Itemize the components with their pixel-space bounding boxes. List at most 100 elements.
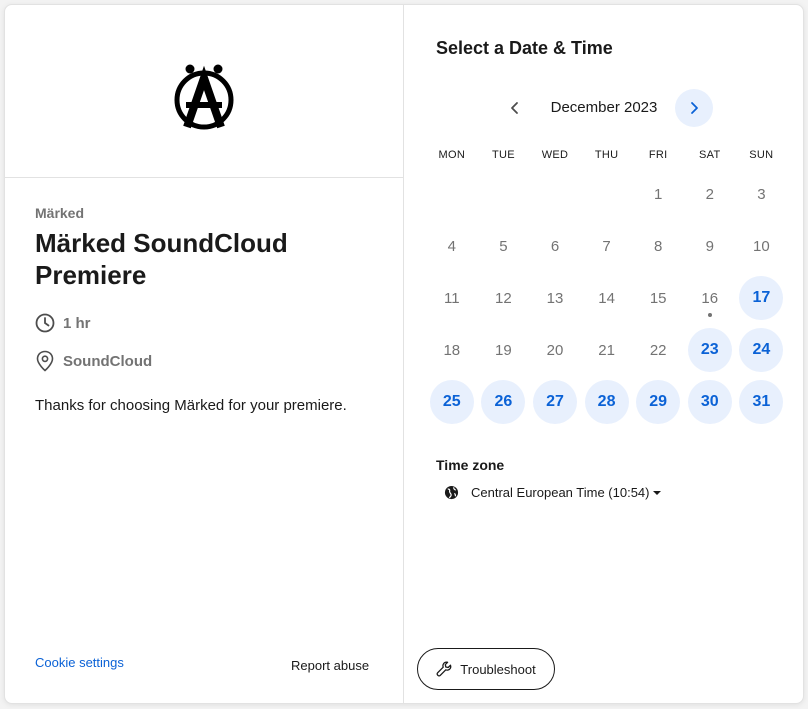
logo-area [5, 5, 403, 178]
calendar-day-number: 1 [654, 186, 663, 204]
calendar-day-number: 10 [753, 238, 770, 256]
location-label: SoundCloud [63, 352, 153, 370]
troubleshoot-button[interactable]: Troubleshoot [417, 648, 555, 690]
calendar-day-number: 16 [701, 289, 719, 307]
timezone-value: Central European Time (10:54) [471, 485, 650, 500]
calendar-day-number: 7 [602, 238, 611, 256]
calendar-day-number: 20 [546, 341, 564, 359]
calendar-day-unavailable: 13 [529, 273, 581, 325]
event-description: Thanks for choosing Märked for your prem… [35, 397, 347, 414]
calendar-day-available[interactable]: 23 [684, 324, 736, 376]
calendar-day-unavailable: 19 [478, 324, 530, 376]
calendar-day-available[interactable]: 29 [632, 376, 684, 428]
calendar-empty-cell [426, 169, 478, 221]
calendar-day-number: 28 [584, 380, 629, 425]
calendar-day-available[interactable]: 30 [684, 376, 736, 428]
calendar-day-unavailable: 16 [684, 273, 736, 325]
calendar-day-number: 14 [598, 289, 615, 307]
calendar-day-number: 26 [481, 380, 526, 425]
calendar-day-number: 22 [649, 341, 667, 359]
weekday-label: THU [594, 149, 619, 161]
event-duration: 1 hr [35, 313, 91, 333]
calendar-day-number: 5 [499, 238, 508, 256]
calendar-day-unavailable: 10 [736, 221, 788, 273]
calendar-day-available[interactable]: 17 [736, 273, 788, 325]
weekday-label: WED [541, 149, 569, 161]
calendar-day-unavailable: 6 [529, 221, 581, 273]
calendar-day-number: 18 [443, 341, 461, 359]
calendar-day-unavailable: 3 [736, 169, 788, 221]
calendar-day-available[interactable]: 24 [736, 324, 788, 376]
calendar-day-number: 17 [739, 276, 784, 321]
weekday-label: TUE [491, 149, 515, 161]
timezone-label: Time zone [436, 457, 505, 473]
marked-logo-icon [174, 64, 234, 130]
calendar-day-unavailable: 5 [478, 221, 530, 273]
weekday-label: SUN [749, 149, 774, 161]
calendar-days-grid: 1 2 3 4 5 6 7 8 9 10 11 12 13 14 15 16 17 18 19 20 21 22 23 24 2… [426, 169, 787, 428]
calendar-day-unavailable: 11 [426, 273, 478, 325]
calendar-day-number: 13 [546, 289, 564, 307]
cookie-settings-link[interactable]: Cookie settings [35, 655, 124, 670]
calendar-day-unavailable: 4 [426, 221, 478, 273]
calendar-day-available[interactable]: 28 [581, 376, 633, 428]
calendar-day-number: 8 [654, 238, 663, 256]
calendar-day-unavailable: 1 [632, 169, 684, 221]
calendar-day-number: 6 [550, 238, 560, 256]
calendar-day-number: 3 [757, 186, 766, 204]
event-details-panel: Märked Märked SoundCloud Premiere 1 hr S… [5, 5, 404, 703]
calendar-day-unavailable: 2 [684, 169, 736, 221]
event-location: SoundCloud [35, 350, 152, 372]
weekday-label: MON [438, 149, 466, 161]
globe-icon [444, 485, 459, 500]
calendar-day-number: 31 [739, 380, 784, 425]
organizer-name: Märked [35, 205, 85, 221]
calendar-day-available[interactable]: 31 [736, 376, 788, 428]
month-navigation: December 2023 [404, 89, 803, 127]
calendar-empty-cell [529, 169, 581, 221]
location-pin-icon [36, 350, 54, 372]
calendar-day-number: 24 [739, 328, 784, 373]
scheduler-panel: Select a Date & Time December 2023 MON T… [404, 5, 803, 703]
calendar-day-number: 9 [705, 238, 714, 256]
chevron-left-icon [511, 102, 518, 114]
calendar-day-number: 15 [649, 289, 667, 307]
wrench-icon [436, 661, 452, 677]
weekday-header-row: MON TUE WED THU FRI SAT SUN [426, 149, 787, 161]
calendar-day-unavailable: 22 [632, 324, 684, 376]
calendar-day-number: 25 [429, 380, 474, 425]
calendar-day-available[interactable]: 26 [478, 376, 530, 428]
calendar-day-number: 11 [444, 289, 460, 307]
report-abuse-link[interactable]: Report abuse [291, 658, 369, 673]
calendar-day-available[interactable]: 25 [426, 376, 478, 428]
calendar-empty-cell [581, 169, 633, 221]
calendar-day-available[interactable]: 27 [529, 376, 581, 428]
weekday-label: SAT [699, 149, 721, 161]
calendar-day-number: 2 [705, 186, 714, 204]
clock-icon [35, 313, 55, 333]
calendar-day-unavailable: 15 [632, 273, 684, 325]
duration-label: 1 hr [63, 314, 91, 332]
calendar-day-unavailable: 20 [529, 324, 581, 376]
calendar-day-number: 12 [495, 289, 512, 307]
calendar-day-number: 23 [687, 328, 732, 373]
calendar-day-unavailable: 8 [632, 221, 684, 273]
calendar-empty-cell [478, 169, 530, 221]
calendar-day-number: 27 [532, 380, 577, 425]
calendar-day-unavailable: 9 [684, 221, 736, 273]
calendar-day-number: 29 [636, 380, 681, 425]
troubleshoot-label: Troubleshoot [460, 661, 536, 677]
calendar-day-number: 21 [598, 341, 615, 359]
calendar-day-unavailable: 21 [581, 324, 633, 376]
weekday-label: FRI [648, 149, 668, 161]
previous-month-button[interactable] [496, 89, 534, 127]
chevron-right-icon [691, 102, 698, 114]
select-date-heading: Select a Date & Time [436, 38, 613, 58]
next-month-button[interactable] [675, 89, 713, 127]
current-month-label: December 2023 [550, 99, 658, 116]
calendar-day-unavailable: 7 [581, 221, 633, 273]
event-title: Märked SoundCloud Premiere [35, 228, 288, 290]
timezone-selector[interactable]: Central European Time (10:54) [444, 485, 662, 500]
calendar-day-unavailable: 12 [478, 273, 530, 325]
booking-card: Märked Märked SoundCloud Premiere 1 hr S… [4, 4, 804, 704]
